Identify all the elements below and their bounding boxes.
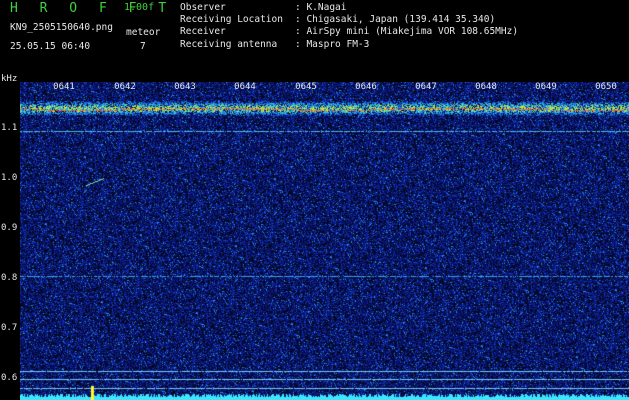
time-tick-label: 0643 bbox=[174, 82, 196, 92]
station-info: Observer : K.Nagai Receiving Location : … bbox=[180, 2, 518, 51]
y-tick-label: 0.7 bbox=[1, 323, 18, 333]
station-value: : Chigasaki, Japan (139.414 35.340) bbox=[295, 14, 496, 26]
y-tick-label: 0.9 bbox=[1, 223, 18, 233]
station-key: Observer bbox=[180, 2, 226, 13]
station-value: : K.Nagai bbox=[295, 2, 347, 13]
time-tick-label: 0641 bbox=[53, 82, 75, 92]
station-row-location: Receiving Location : Chigasaki, Japan (1… bbox=[180, 14, 518, 26]
time-tick-label: 0644 bbox=[234, 82, 256, 92]
capture-datetime: 25.05.15 06:40 bbox=[10, 41, 91, 52]
app-version: 1.00f bbox=[124, 2, 155, 13]
time-tick-label: 0647 bbox=[415, 82, 437, 92]
station-key: Receiving antenna bbox=[180, 38, 278, 50]
time-tick-label: 0648 bbox=[475, 82, 497, 92]
time-tick-label: 0642 bbox=[114, 82, 136, 92]
station-value: : AirSpy mini (Miakejima VOR 108.65MHz) bbox=[295, 26, 519, 38]
station-row-antenna: Receiving antenna : Maspro FM-3 bbox=[180, 39, 518, 51]
station-row-observer: Observer : K.Nagai bbox=[180, 2, 518, 14]
time-tick-label: 0649 bbox=[535, 82, 557, 92]
waterfall-spectrogram[interactable] bbox=[20, 82, 629, 400]
y-tick-label: 1.1 bbox=[1, 123, 18, 133]
station-value: : Maspro FM-3 bbox=[295, 38, 370, 50]
meteor-count: 7 bbox=[140, 41, 146, 52]
image-filename: KN9_2505150640.png bbox=[10, 22, 113, 33]
y-tick-label: 0.8 bbox=[1, 273, 18, 283]
header-panel: H R O F F T 1.00f KN9_2505150640.png 25.… bbox=[0, 0, 629, 72]
y-tick-label: 1.0 bbox=[1, 173, 18, 183]
spectrogram-canvas bbox=[20, 82, 629, 400]
y-tick-label: 0.6 bbox=[1, 373, 18, 383]
station-key: Receiving Location bbox=[180, 14, 283, 26]
time-tick-label: 0645 bbox=[295, 82, 317, 92]
station-row-receiver: Receiver : AirSpy mini (Miakejima VOR 10… bbox=[180, 26, 518, 38]
frequency-unit-label: kHz bbox=[1, 74, 18, 84]
time-tick-label: 0650 bbox=[595, 82, 617, 92]
meteor-label: meteor bbox=[126, 27, 161, 38]
time-tick-label: 0646 bbox=[355, 82, 377, 92]
station-key: Receiver bbox=[180, 26, 226, 38]
